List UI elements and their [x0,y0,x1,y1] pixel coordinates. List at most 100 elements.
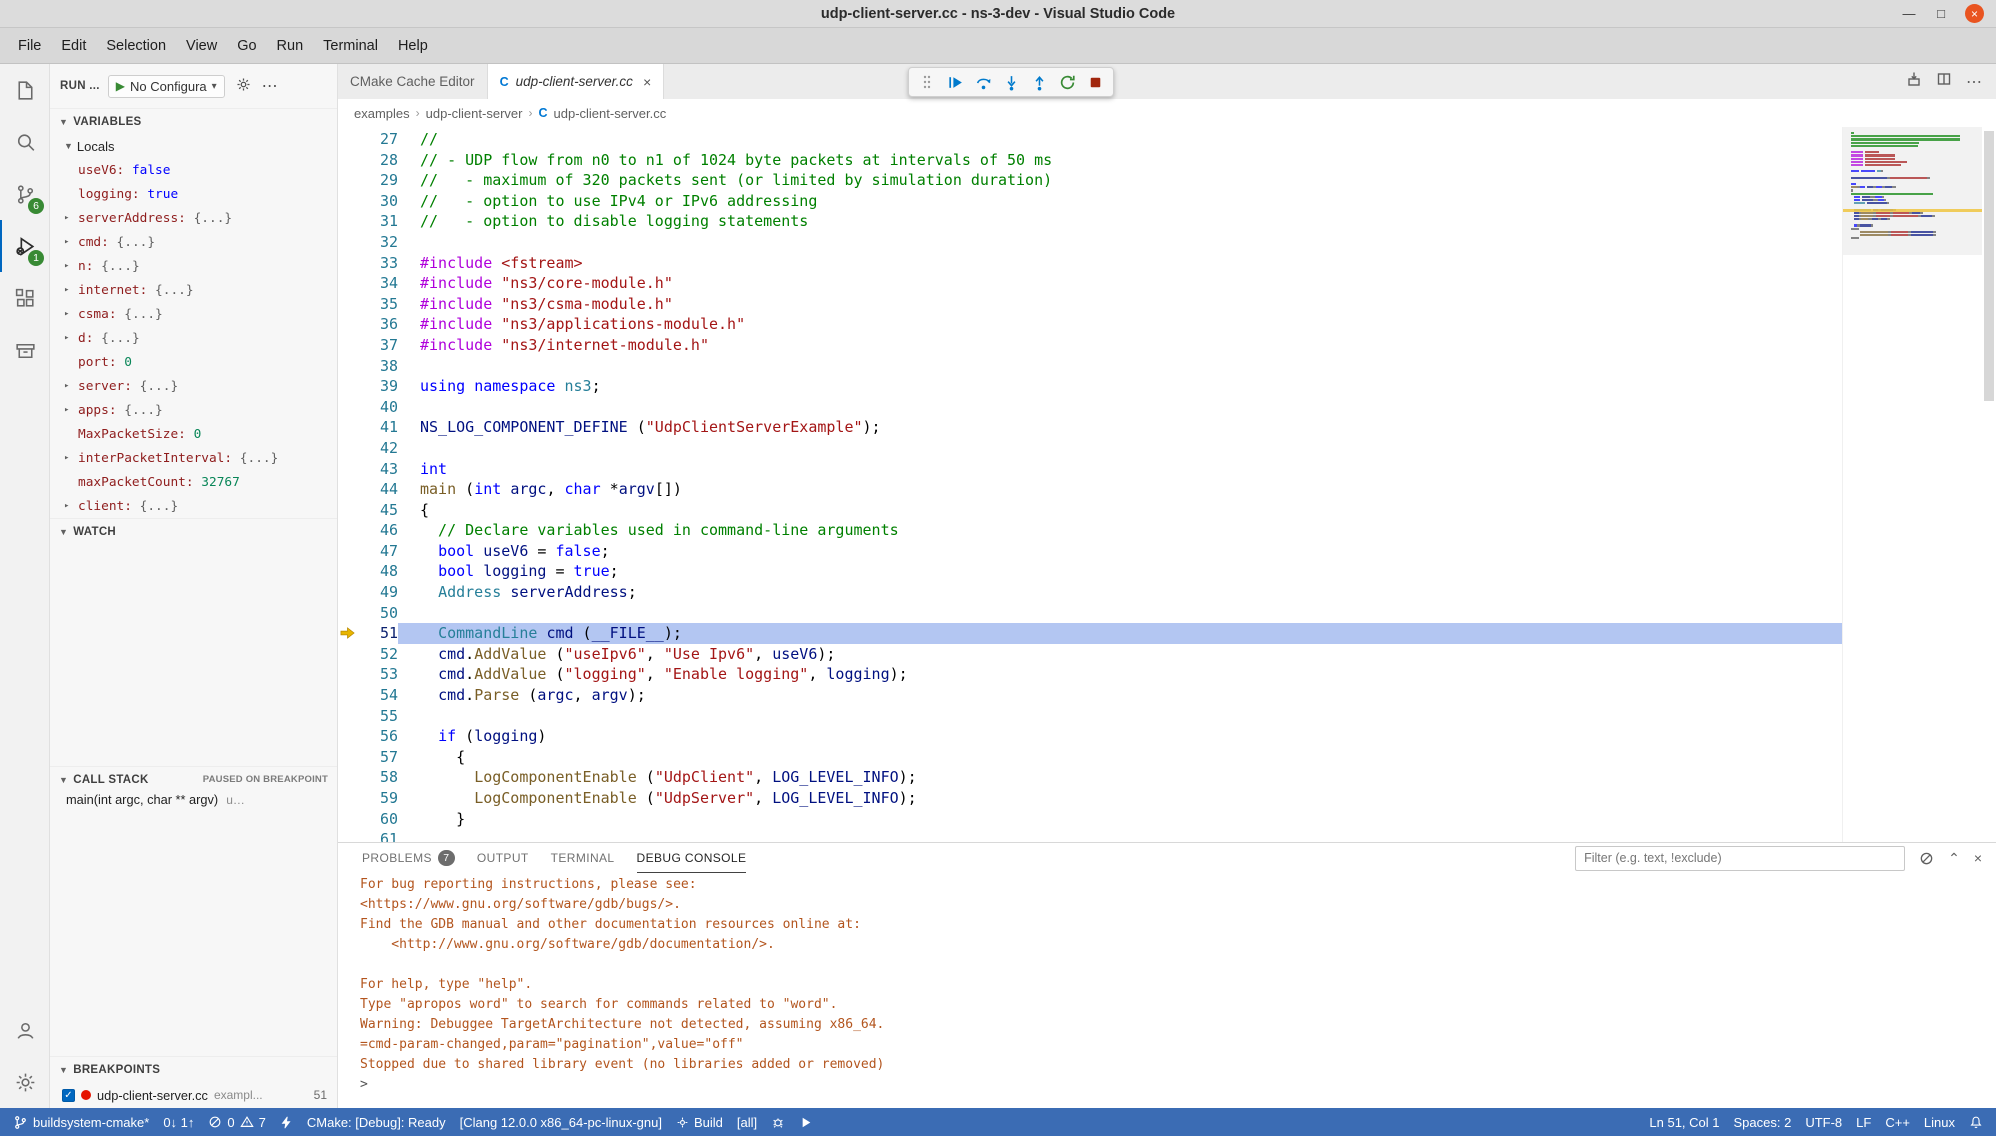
glyph-margin[interactable] [338,417,358,438]
menu-help[interactable]: Help [388,33,438,59]
variable-row[interactable]: ▸d: {...} [50,326,337,350]
line-number[interactable]: 41 [358,417,398,438]
breadcrumb-examples[interactable]: examples [354,106,410,121]
code-line-61[interactable]: 61 [338,829,1842,842]
code-line-55[interactable]: 55 [338,706,1842,727]
restart-icon[interactable] [1055,70,1079,94]
line-number[interactable]: 38 [358,356,398,377]
code-line-42[interactable]: 42 [338,438,1842,459]
clear-console-icon[interactable] [1919,851,1934,866]
glyph-margin[interactable] [338,129,358,150]
tab-cmake-cache-editor[interactable]: CMake Cache Editor [338,64,488,99]
os-item[interactable]: Linux [1917,1108,1962,1136]
lightning-icon[interactable] [273,1108,300,1136]
code-line-40[interactable]: 40 [338,397,1842,418]
language-mode-item[interactable]: C++ [1878,1108,1917,1136]
menu-selection[interactable]: Selection [96,33,176,59]
menu-go[interactable]: Go [227,33,266,59]
code-line-52[interactable]: 52 cmd.AddValue ("useIpv6", "Use Ipv6", … [338,644,1842,665]
glyph-margin[interactable] [338,253,358,274]
variable-row[interactable]: logging: true [50,182,337,206]
launch-config-dropdown[interactable]: ▶ No Configura ▾ [108,75,225,98]
start-debug-icon[interactable]: ▶ [116,79,125,93]
locals-scope[interactable]: ▼ Locals [50,134,337,158]
glyph-margin[interactable] [338,211,358,232]
line-number[interactable]: 61 [358,829,398,842]
variable-row[interactable]: ▸csma: {...} [50,302,337,326]
line-number[interactable]: 55 [358,706,398,727]
account-icon[interactable] [0,1004,49,1056]
close-button[interactable]: × [1965,4,1984,23]
variable-row[interactable]: maxPacketCount: 32767 [50,470,337,494]
code-line-51[interactable]: 51 CommandLine cmd (__FILE__); [338,623,1842,644]
variable-row[interactable]: ▸server: {...} [50,374,337,398]
tab-output[interactable]: OUTPUT [477,843,529,873]
console-filter-input[interactable] [1575,846,1905,871]
split-editor-icon[interactable] [1936,71,1952,92]
line-number[interactable]: 45 [358,500,398,521]
encoding-item[interactable]: UTF-8 [1798,1108,1849,1136]
code-line-29[interactable]: 29// - maximum of 320 packets sent (or l… [338,170,1842,191]
tab-udp-client-server[interactable]: C udp-client-server.cc × [488,64,665,99]
glyph-margin[interactable] [338,356,358,377]
glyph-margin[interactable] [338,232,358,253]
line-number[interactable]: 40 [358,397,398,418]
line-number[interactable]: 39 [358,376,398,397]
variable-row[interactable]: ▸cmd: {...} [50,230,337,254]
code-line-53[interactable]: 53 cmd.AddValue ("logging", "Enable logg… [338,664,1842,685]
step-out-icon[interactable] [1027,70,1051,94]
stop-icon[interactable] [1083,70,1107,94]
git-branch-item[interactable]: buildsystem-cmake* [6,1108,156,1136]
minimap[interactable] [1842,127,1982,842]
line-number[interactable]: 43 [358,459,398,480]
variable-row[interactable]: ▸internet: {...} [50,278,337,302]
code-line-36[interactable]: 36#include "ns3/applications-module.h" [338,314,1842,335]
glyph-margin[interactable] [338,706,358,727]
glyph-margin[interactable] [338,397,358,418]
glyph-margin[interactable] [338,767,358,788]
glyph-margin[interactable] [338,726,358,747]
debug-target-icon[interactable] [764,1108,792,1136]
line-number[interactable]: 32 [358,232,398,253]
line-number[interactable]: 33 [358,253,398,274]
code-line-32[interactable]: 32 [338,232,1842,253]
code-line-31[interactable]: 31// - option to disable logging stateme… [338,211,1842,232]
glyph-margin[interactable] [338,170,358,191]
tab-problems[interactable]: PROBLEMS 7 [362,843,455,873]
variables-section-header[interactable]: ▼ VARIABLES [50,108,337,134]
code-line-34[interactable]: 34#include "ns3/core-module.h" [338,273,1842,294]
menu-run[interactable]: Run [267,33,314,59]
search-icon[interactable] [0,116,49,168]
tab-terminal[interactable]: TERMINAL [551,843,615,873]
build-button[interactable]: Build [669,1108,730,1136]
glyph-margin[interactable] [338,809,358,830]
maximize-panel-icon[interactable]: ⌃ [1948,850,1960,867]
code-line-43[interactable]: 43int [338,459,1842,480]
line-number[interactable]: 30 [358,191,398,212]
glyph-margin[interactable] [338,788,358,809]
glyph-margin[interactable] [338,376,358,397]
step-into-icon[interactable] [999,70,1023,94]
code-line-35[interactable]: 35#include "ns3/csma-module.h" [338,294,1842,315]
line-number[interactable]: 46 [358,520,398,541]
cursor-position-item[interactable]: Ln 51, Col 1 [1642,1108,1726,1136]
glyph-margin[interactable] [338,438,358,459]
variable-row[interactable]: ▸interPacketInterval: {...} [50,446,337,470]
close-panel-icon[interactable]: × [1974,850,1982,866]
variable-row[interactable]: MaxPacketSize: 0 [50,422,337,446]
source-control-icon[interactable]: 6 [0,168,49,220]
variable-row[interactable]: ▸serverAddress: {...} [50,206,337,230]
glyph-margin[interactable] [338,664,358,685]
code-line-58[interactable]: 58 LogComponentEnable ("UdpClient", LOG_… [338,767,1842,788]
glyph-margin[interactable] [338,294,358,315]
line-number[interactable]: 48 [358,561,398,582]
breadcrumb-file[interactable]: udp-client-server.cc [554,106,667,121]
glyph-margin[interactable] [338,500,358,521]
code-line-47[interactable]: 47 bool useV6 = false; [338,541,1842,562]
glyph-margin[interactable] [338,459,358,480]
extensions-icon[interactable] [0,272,49,324]
watch-section-header[interactable]: ▼ WATCH [50,518,337,544]
menu-terminal[interactable]: Terminal [313,33,388,59]
line-number[interactable]: 57 [358,747,398,768]
close-tab-icon[interactable]: × [643,74,651,90]
